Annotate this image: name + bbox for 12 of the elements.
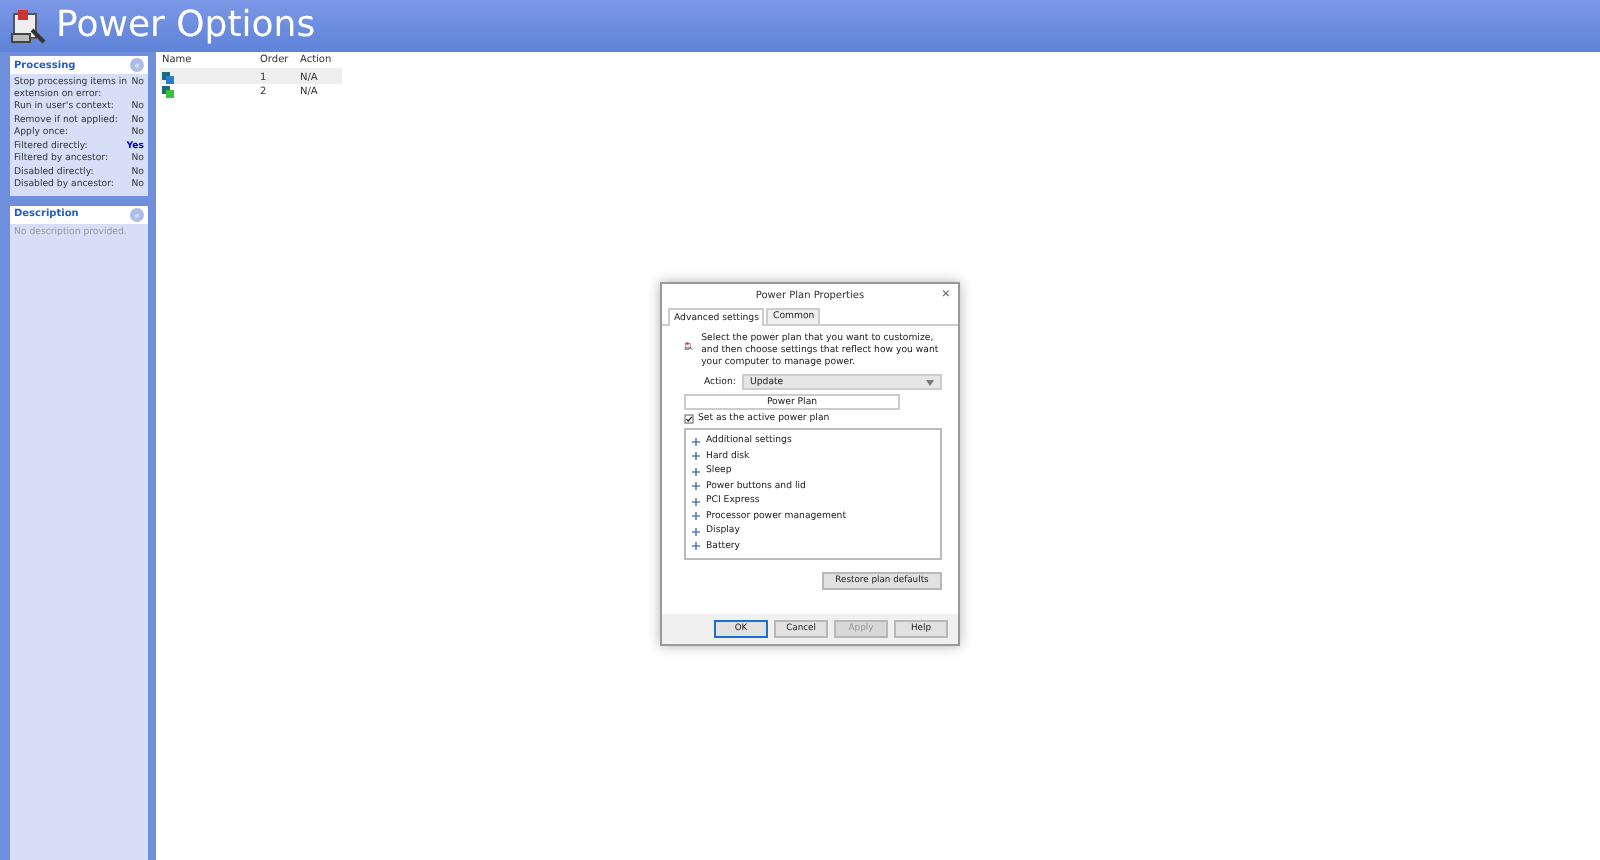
expand-icon[interactable]: [692, 527, 700, 536]
expand-icon[interactable]: [692, 467, 700, 476]
expand-icon[interactable]: [692, 437, 700, 446]
expand-icon[interactable]: [692, 452, 700, 461]
expand-icon[interactable]: [692, 542, 700, 551]
window-title: Power Options: [56, 4, 316, 48]
checkbox[interactable]: [684, 414, 694, 424]
caret-icon: [926, 379, 934, 385]
table-cell[interactable]: [160, 70, 258, 84]
expand-icon[interactable]: [692, 497, 700, 506]
expand-icon[interactable]: [692, 512, 700, 521]
expand-icon[interactable]: [692, 482, 700, 491]
